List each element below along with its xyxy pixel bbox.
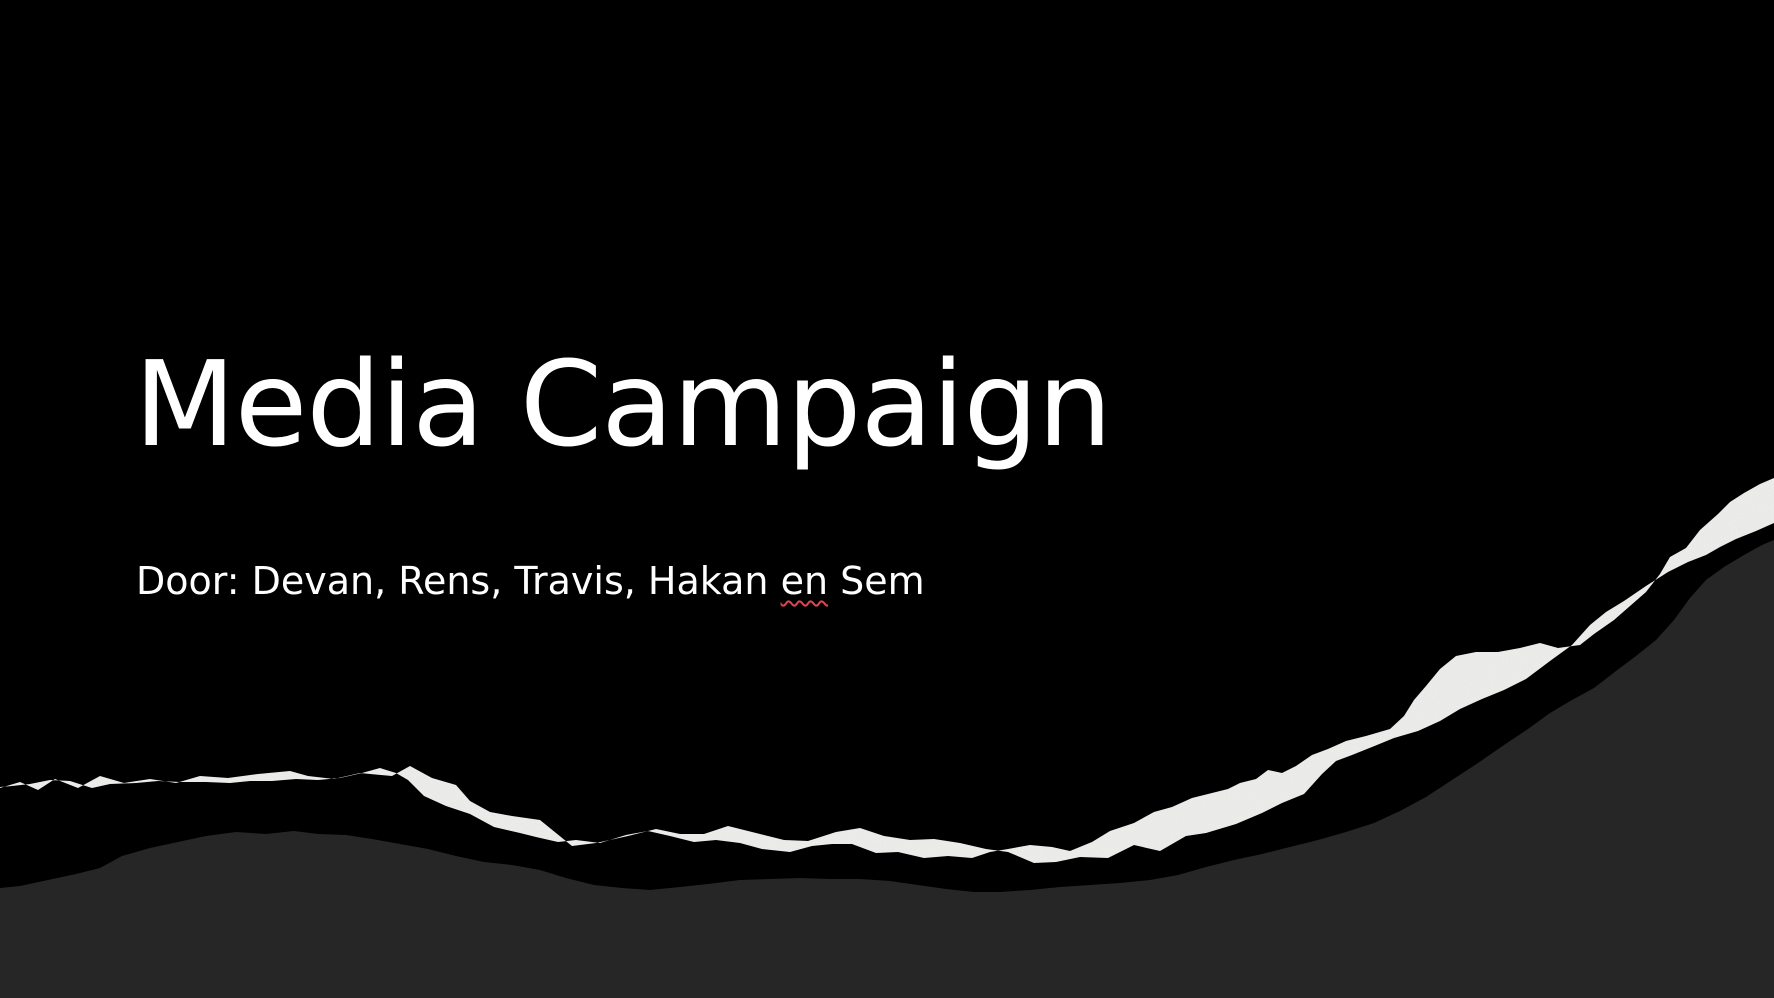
- lower-band: [0, 540, 1774, 998]
- slide-title[interactable]: Media Campaign: [134, 339, 1112, 470]
- subtitle-text: Door: Devan, Rens, Travis, Hakan: [136, 559, 781, 603]
- subtitle-text-end: Sem: [828, 559, 925, 603]
- slide: Media Campaign Door: Devan, Rens, Travis…: [0, 0, 1774, 998]
- torn-paper-graphic: [0, 478, 1774, 998]
- spellcheck-flagged-word[interactable]: en: [781, 559, 828, 603]
- slide-subtitle[interactable]: Door: Devan, Rens, Travis, Hakan en Sem: [136, 559, 925, 605]
